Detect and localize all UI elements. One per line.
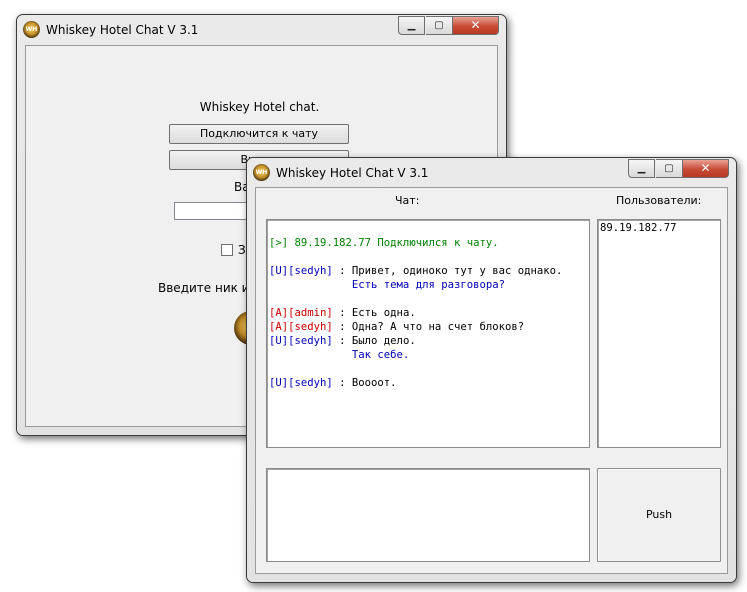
user-list-item[interactable]: 89.19.182.77 (598, 220, 720, 234)
chat-message: [U][sedyh] : Вооoот. (269, 376, 589, 390)
chat-header: Чат: (395, 194, 420, 207)
message-text: : Вооoот. (332, 377, 397, 389)
minimize-icon[interactable]: ▁ (398, 16, 425, 35)
users-header: Пользователи: (616, 194, 702, 207)
window-title: Whiskey Hotel Chat V 3.1 (46, 23, 199, 37)
push-button[interactable]: Push (597, 468, 721, 562)
connect-button[interactable]: Подключится к чату (169, 124, 349, 144)
chat-message: [U][sedyh] : Было дело. (269, 334, 589, 348)
title-bar[interactable]: WH Whiskey Hotel Chat V 3.1 ▁ ▢ ✕ (247, 158, 736, 188)
window-title: Whiskey Hotel Chat V 3.1 (276, 166, 429, 180)
remember-checkbox[interactable] (221, 244, 233, 256)
message-text: : Привет, одиноко тут у вас однако. (332, 265, 563, 277)
message-author: [U][sedyh] (269, 377, 333, 389)
chat-message (269, 362, 589, 376)
app-logo-icon: WH (253, 164, 270, 181)
chat-message (269, 250, 589, 264)
minimize-icon[interactable]: ▁ (628, 159, 655, 178)
message-author: [U][sedyh] (269, 335, 333, 347)
message-author: [A][admin] (269, 307, 333, 319)
chat-log[interactable]: [>] 89.19.182.77 Подключился к чату. [U][… (266, 219, 590, 448)
message-text: [>] 89.19.182.77 Подключился к чату. (269, 237, 499, 249)
maximize-icon[interactable]: ▢ (656, 159, 683, 178)
chat-message: [A][admin] : Есть одна. (269, 306, 589, 320)
chat-message: [>] 89.19.182.77 Подключился к чату. (269, 236, 589, 250)
chat-client-area: Чат: Пользователи: [>] 89.19.182.77 Подк… (255, 187, 728, 574)
close-icon[interactable]: ✕ (453, 16, 499, 35)
chat-message: [U][sedyh] : Привет, одиноко тут у вас о… (269, 264, 589, 278)
message-input[interactable] (266, 468, 590, 562)
user-list[interactable]: 89.19.182.77 (597, 219, 721, 448)
chat-message (269, 292, 589, 306)
message-text: : Одна? А что на счет блоков? (332, 321, 525, 333)
close-icon[interactable]: ✕ (683, 159, 729, 178)
message-text: : Есть одна. (332, 307, 416, 319)
maximize-icon[interactable]: ▢ (426, 16, 453, 35)
chat-window: WH Whiskey Hotel Chat V 3.1 ▁ ▢ ✕ Чат: П… (246, 157, 737, 583)
chat-message: [A][sedyh] : Одна? А что на счет блоков? (269, 320, 589, 334)
message-author: [U][sedyh] (269, 265, 333, 277)
message-text: Так себе. (269, 349, 410, 361)
message-text: Есть тема для разговора? (269, 279, 505, 291)
message-author: [A][sedyh] (269, 321, 333, 333)
login-heading: Whiskey Hotel chat. (199, 100, 320, 114)
chat-message: Есть тема для разговора? (269, 278, 589, 292)
app-logo-icon: WH (23, 21, 40, 38)
message-text: : Было дело. (332, 335, 416, 347)
chat-message: Так себе. (269, 348, 589, 362)
title-bar[interactable]: WH Whiskey Hotel Chat V 3.1 ▁ ▢ ✕ (17, 15, 506, 45)
